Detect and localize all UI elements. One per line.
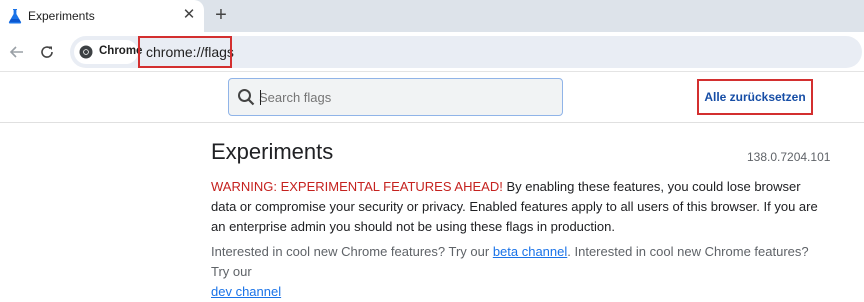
site-info-chip[interactable]: Chrome bbox=[74, 40, 142, 64]
dev-channel-link[interactable]: dev channel bbox=[211, 284, 281, 299]
flask-icon bbox=[8, 9, 22, 24]
omnibox[interactable]: Chrome chrome://flags bbox=[70, 36, 862, 68]
warning-prefix: WARNING: EXPERIMENTAL FEATURES AHEAD! bbox=[211, 179, 503, 194]
chip-label: Chrome bbox=[99, 45, 143, 57]
toolbar: Chrome chrome://flags bbox=[0, 32, 864, 72]
version-label: 138.0.7204.101 bbox=[747, 150, 831, 164]
tab-strip: Experiments ✕ + bbox=[0, 0, 864, 32]
arrow-left-icon[interactable] bbox=[6, 41, 28, 63]
new-tab-button[interactable]: + bbox=[210, 4, 232, 26]
close-icon[interactable]: ✕ bbox=[180, 6, 198, 24]
search-icon bbox=[238, 89, 255, 106]
text-caret bbox=[260, 90, 261, 105]
page-title: Experiments bbox=[211, 139, 334, 164]
channel-promo: Interested in cool new Chrome features? … bbox=[211, 242, 821, 302]
beta-channel-link[interactable]: beta channel bbox=[493, 244, 567, 259]
search-input[interactable] bbox=[259, 85, 549, 109]
flags-header: Alle zurücksetzen bbox=[0, 73, 864, 123]
tab-title: Experiments bbox=[28, 9, 95, 23]
warning-text: WARNING: EXPERIMENTAL FEATURES AHEAD! By… bbox=[211, 177, 821, 237]
tab-experiments[interactable]: Experiments ✕ bbox=[0, 0, 204, 32]
promo-text-1: Interested in cool new Chrome features? … bbox=[211, 244, 493, 259]
reload-icon[interactable] bbox=[36, 41, 58, 63]
reset-all-button[interactable]: Alle zurücksetzen bbox=[703, 83, 807, 111]
search-box[interactable] bbox=[228, 78, 563, 116]
url-highlight-box bbox=[138, 36, 232, 68]
chrome-logo-icon bbox=[79, 45, 93, 59]
